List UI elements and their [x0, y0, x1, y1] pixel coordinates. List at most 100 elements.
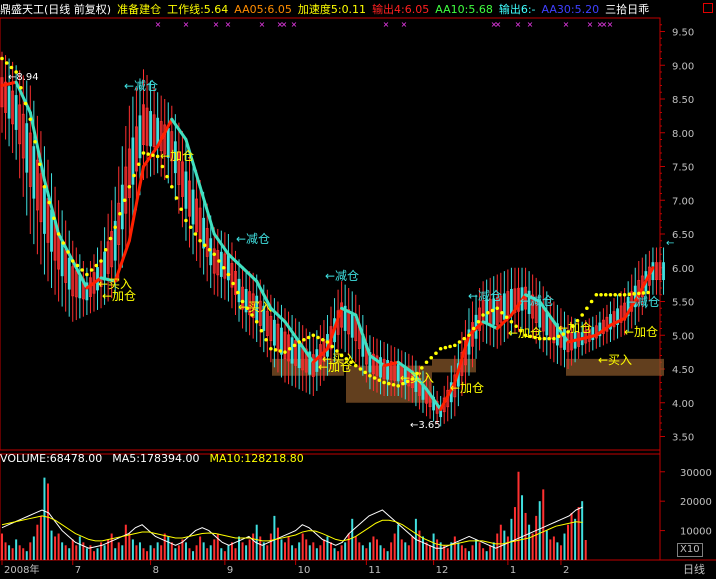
price-bar-body [43, 186, 46, 234]
aa05-dot [368, 373, 372, 378]
price-bar-body [120, 184, 124, 230]
aa05-dot [184, 218, 188, 223]
aa05-dot [386, 381, 391, 386]
aa05-dot [146, 152, 151, 156]
x-tick-label: 12 [436, 565, 449, 575]
aa05-dot [325, 340, 330, 344]
aa05-dot [316, 335, 320, 340]
stock-title: 鼎盛天工(日线 前复权) [0, 3, 112, 16]
volume-ma10: MA10:128218.80 [209, 452, 304, 465]
aa05-dot [80, 268, 84, 272]
aa05-dot [278, 349, 283, 353]
aa05-dot [23, 101, 28, 106]
aa05-dot [75, 263, 80, 268]
aa05-dot [236, 290, 240, 295]
x-tick-label: 2008年 [4, 563, 39, 575]
signal-annotation: ←买入 [238, 300, 272, 314]
aa05-dot [358, 367, 363, 371]
aa05-dot [613, 292, 617, 297]
aa05-dot [269, 346, 273, 351]
price-bar-body [138, 115, 142, 159]
min-price-label: ←3.65 [410, 420, 441, 431]
aa05-dot [618, 292, 622, 297]
y-tick-label: 6.00 [672, 264, 694, 275]
aa05-dot [311, 333, 316, 338]
chart-canvas[interactable]: 3.50 4.00 4.50 5.00 5.50 6.00 6.50 7.00 7.50 8.00… [0, 0, 716, 576]
aa05-dot [89, 268, 94, 272]
right-edge-arrow: ← [666, 238, 674, 249]
volume-header: VOLUME:68478.00 MA5:178394.00 MA10:128218.… [0, 452, 314, 466]
x-tick-label: 7 [75, 565, 81, 575]
x-tick-label: 10 [298, 565, 311, 575]
aa05-dot [453, 343, 457, 348]
y-tick-label: 7.00 [672, 196, 694, 207]
zoom-button[interactable]: X10 [677, 543, 703, 557]
close-button[interactable] [703, 3, 713, 13]
indicator-aa05: AA05:6.05 [234, 3, 292, 16]
aa05-dot [467, 333, 471, 338]
aa05-dot [207, 247, 212, 252]
price-bar-body [67, 257, 71, 290]
indicator-work-line: 工作线:5.64 [167, 3, 229, 16]
volume-ma5: MA5:178394.00 [112, 452, 200, 465]
aa05-dot [580, 313, 584, 317]
aa05-dot [603, 292, 608, 297]
y-tick-label: 4.50 [672, 365, 694, 376]
aa05-dot [589, 299, 594, 304]
aa05-dot [438, 346, 443, 351]
aa05-dot [9, 65, 14, 70]
x-tick-label: 1 [510, 565, 516, 575]
price-bar-body [396, 363, 400, 382]
aa05-dot [127, 184, 132, 189]
aa05-dot [585, 306, 589, 311]
aa05-dot [37, 162, 42, 167]
volume-ma5-line [1, 506, 583, 549]
signal-annotation: ←减仓 [236, 232, 270, 246]
aa05-dot [443, 345, 448, 350]
aa05-dot [273, 348, 278, 352]
aa05-dot [471, 326, 476, 331]
volume-y-tick-label: 10000 [680, 527, 712, 538]
signal-cross-marker: × [563, 20, 570, 29]
y-tick-label: 7.50 [672, 163, 694, 174]
price-bar-body [379, 357, 382, 378]
aa05-dot [231, 281, 235, 286]
aa05-dot [203, 243, 207, 248]
signal-annotation: ←减仓 [468, 289, 502, 303]
price-bar-body [32, 146, 36, 199]
aa05-dot [165, 174, 169, 179]
aa05-dot [372, 376, 377, 380]
aa05-dot [66, 250, 70, 254]
x-tick-label: 2 [563, 565, 569, 575]
signal-cross-marker: × [281, 20, 288, 29]
aa05-dot [608, 292, 613, 297]
aa05-dot [500, 310, 504, 315]
y-tick-label: 3.50 [672, 433, 694, 444]
price-bar-body [14, 95, 18, 130]
signal-annotation: ←加仓 [558, 321, 592, 335]
aa05-dot [542, 336, 547, 341]
aa05-dot [70, 259, 75, 263]
price-bar-body [545, 311, 549, 336]
aa05-dot [646, 290, 651, 295]
price-bar-body [662, 262, 665, 281]
aa05-dot [547, 336, 551, 341]
aa05-dot [47, 200, 51, 205]
signal-annotation: ←加仓 [624, 325, 658, 339]
aa05-dot [160, 164, 165, 169]
y-tick-label: 8.50 [672, 95, 694, 106]
signal-cross-marker: × [527, 20, 534, 29]
aa05-dot [429, 355, 434, 360]
aa05-dot [174, 196, 179, 200]
signal-annotation: ←加仓 [318, 360, 352, 374]
price-bar-body [184, 171, 188, 209]
signal-cross-marker: × [587, 20, 594, 29]
price-bar-body [149, 111, 152, 147]
y-tick-label: 5.50 [672, 298, 694, 309]
indicator-bias30: 三拾日乖 [605, 3, 650, 16]
aa05-dot [486, 310, 490, 315]
aa05-dot [594, 292, 599, 297]
y-tick-label: 8.00 [672, 129, 694, 140]
aa05-dot [495, 306, 500, 311]
indicator-accel: 加速度5:0.11 [297, 3, 367, 16]
